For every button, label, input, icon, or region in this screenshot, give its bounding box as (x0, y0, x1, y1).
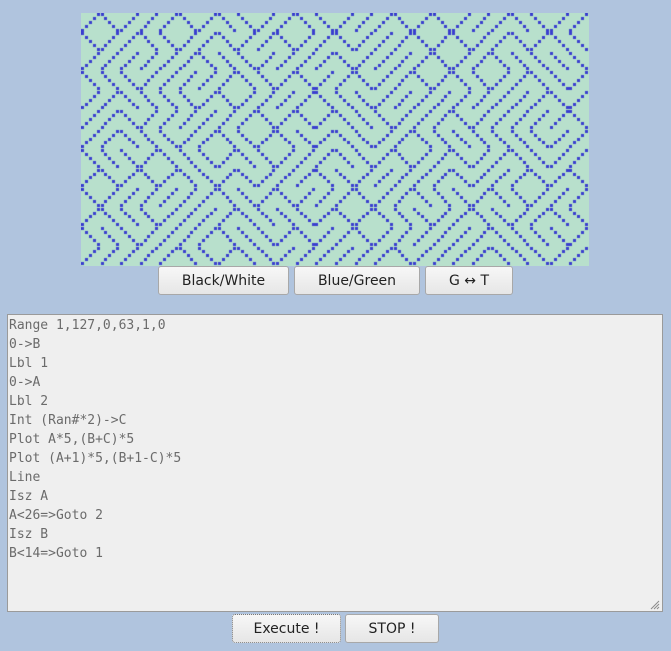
code-line: Plot A*5,(B+C)*5 (9, 432, 135, 447)
code-line: B<14=>Goto 1 (9, 546, 103, 561)
code-line: A<26=>Goto 2 (9, 508, 103, 523)
diagonal-line-pattern (81, 13, 589, 266)
execute-button[interactable]: Execute ! (232, 614, 341, 643)
code-line: Lbl 2 (9, 394, 49, 409)
program-code-editor[interactable]: Range 1,127,0,63,1,0 0->B Lbl 1 0->A Lbl 2 In… (7, 314, 663, 612)
code-line: Plot (A+1)*5,(B+1-C)*5 (9, 451, 182, 466)
g-swap-t-button[interactable]: G ↔ T (425, 266, 513, 295)
code-line: 0->B (9, 337, 41, 352)
code-line: 0->A (9, 375, 41, 390)
black-white-button[interactable]: Black/White (158, 266, 289, 295)
code-line: Isz A (9, 489, 49, 504)
code-line: Isz B (9, 527, 49, 542)
code-line: Line (9, 470, 41, 485)
stop-button[interactable]: STOP ! (345, 614, 439, 643)
blue-green-button[interactable]: Blue/Green (294, 266, 420, 295)
pattern-canvas (81, 13, 589, 266)
code-line: Range 1,127,0,63,1,0 (9, 318, 166, 333)
code-line: Int (Ran#*2)->C (9, 413, 127, 428)
code-line: Lbl 1 (9, 356, 49, 371)
resize-grip-icon[interactable] (648, 598, 660, 610)
